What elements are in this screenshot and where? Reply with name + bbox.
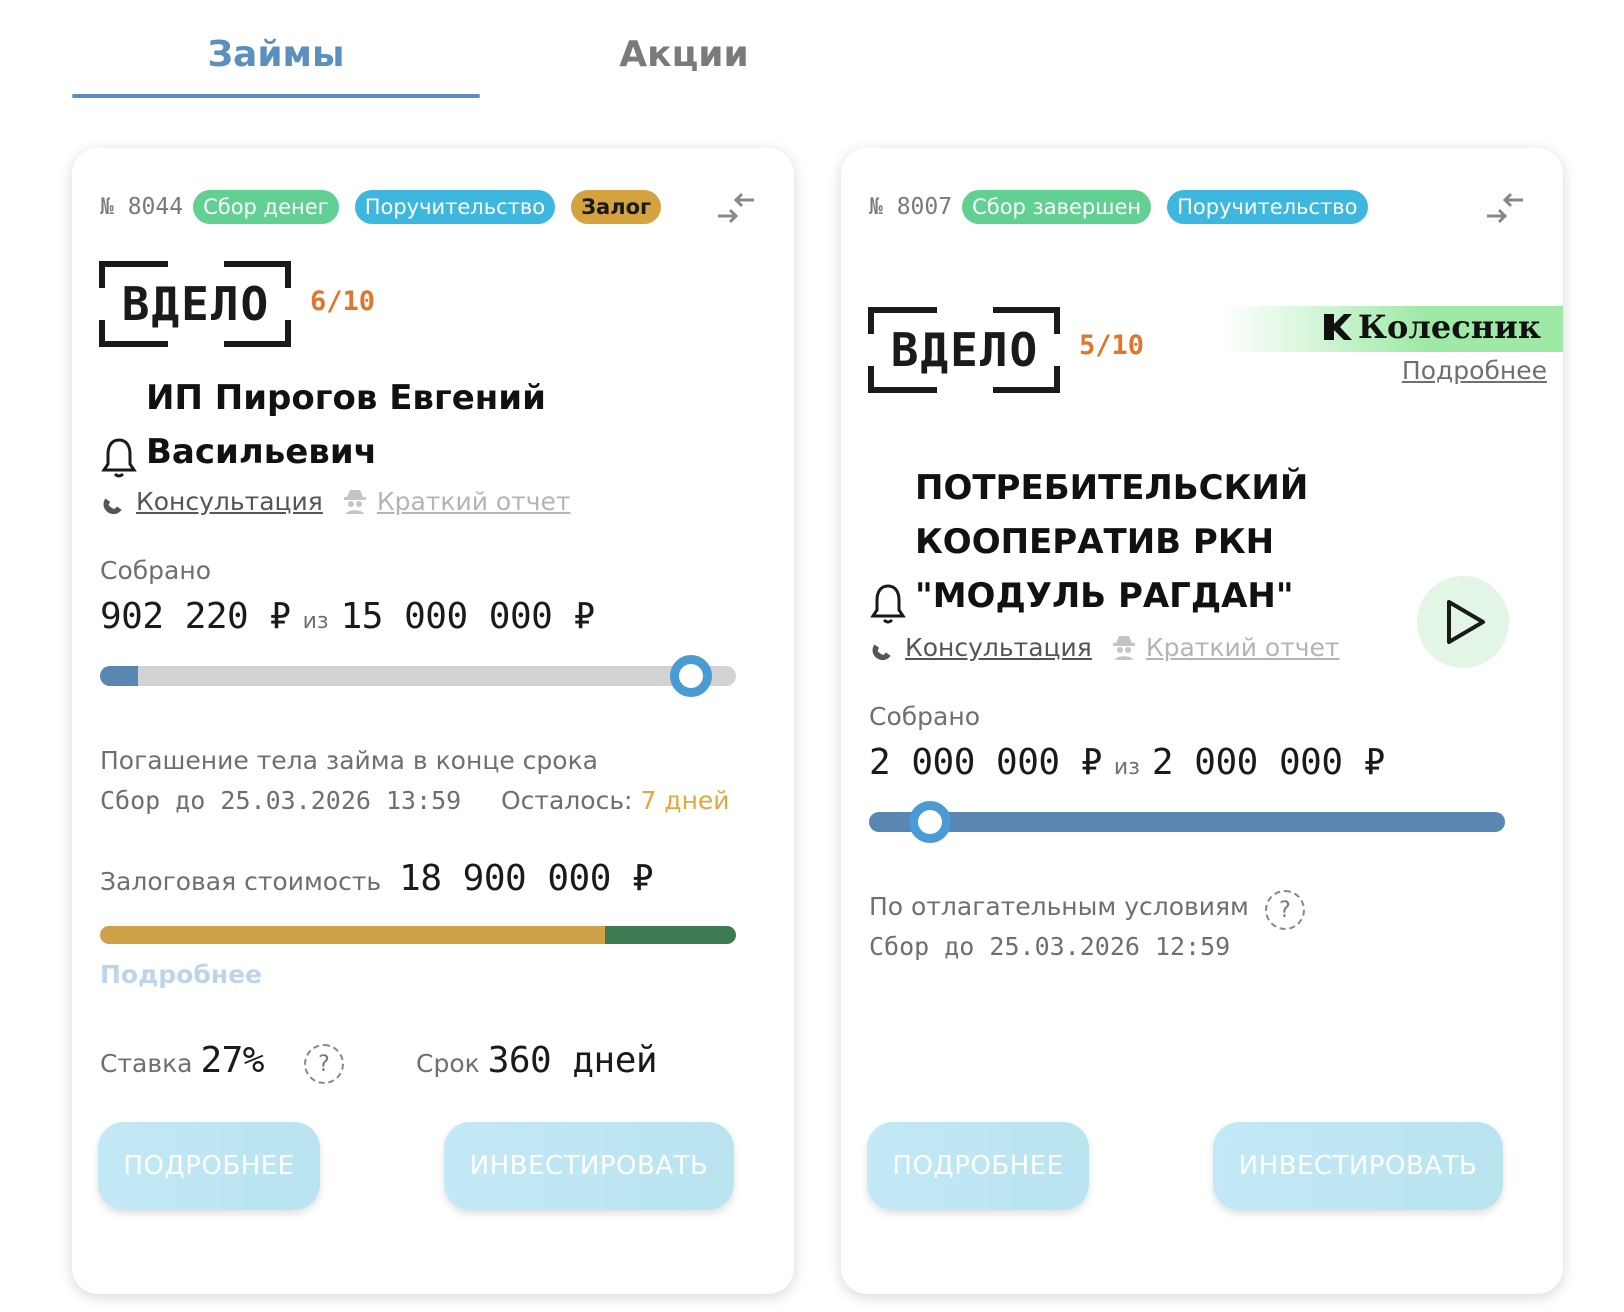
phone-icon [103,498,122,515]
consultation-link[interactable]: Консультация [136,487,323,516]
collected-amount: 902 220 ₽ [100,596,291,637]
partner-banner: Колесник [1223,306,1563,352]
bell-icon[interactable] [100,436,138,480]
report-link[interactable]: Краткий отчет [377,487,571,516]
collateral-badge: Залог [571,190,661,224]
collateral-label: Залоговая стоимость [100,867,382,896]
tab-loans[interactable]: Займы [72,34,480,75]
of-label: из [1113,755,1140,780]
rate-label: Ставка [100,1049,193,1078]
borrower-name-line2: КООПЕРАТИВ РКН [915,522,1275,562]
deadline-text: Сбор до 25.03.2026 13:59 [100,786,462,815]
loan-card: № 8007 Сбор завершен Поручительство Коле… [841,148,1563,1294]
collected-label: Собрано [869,702,980,731]
remaining: Осталось: 7 дней [501,786,730,815]
card-links: Консультация Краткий отчет [100,484,570,518]
guarantee-badge: Поручительство [354,190,556,224]
borrower-name-line2: Васильевич [146,432,377,472]
collateral-gold-segment [100,926,605,944]
progress-knob[interactable] [670,655,712,697]
play-button[interactable] [1417,576,1509,668]
collateral-value: 18 900 000 ₽ [399,858,654,899]
term-value: 360 дней [487,1040,658,1081]
tab-bar: Займы Акции [72,24,892,100]
details-button[interactable]: ПОДРОБНЕЕ [867,1122,1089,1210]
progress-fill [100,666,139,686]
loan-card: № 8044 Сбор денег Поручительство Залог В… [72,148,794,1294]
company-logo: ВДЕЛО [98,258,294,350]
company-logo: ВДЕЛО [867,304,1063,396]
term: Срок 360 дней [416,1040,658,1081]
question-icon[interactable]: ? [304,1044,344,1084]
conditions-text: По отлагательным условиям [869,892,1249,921]
collateral-green-segment [605,926,736,944]
progress-bar [100,666,736,686]
collateral-more-link[interactable]: Подробнее [100,960,262,989]
lot-number: № 8007 [869,194,953,220]
lot-number: № 8044 [100,194,184,220]
compare-arrows-icon[interactable] [714,188,758,228]
partner-more-link[interactable]: Подробнее [1402,356,1547,385]
progress-fill [869,812,1505,832]
card-header: № 8007 Сбор завершен Поручительство [869,190,1368,224]
play-icon [1447,600,1485,644]
active-tab-indicator [72,94,480,98]
term-label: Срок [416,1049,480,1078]
collateral-bar [100,926,736,944]
status-badge: Сбор денег [193,190,339,224]
target-amount: 2 000 000 ₽ [1151,742,1385,783]
borrower-name-line1: ИП Пирогов Евгений [146,378,546,418]
k-logo-icon [1323,314,1352,340]
deadline-text: Сбор до 25.03.2026 12:59 [869,932,1231,961]
rating: 6/10 [310,286,376,317]
details-button[interactable]: ПОДРОБНЕЕ [98,1122,320,1210]
bell-icon[interactable] [869,582,907,626]
borrower-name-line1: ПОТРЕБИТЕЛЬСКИЙ [915,468,1309,508]
amount-row: 902 220 ₽ из 15 000 000 ₽ [100,596,595,637]
status-badge: Сбор завершен [962,190,1152,224]
question-icon[interactable]: ? [1265,890,1305,930]
repayment-text: Погашение тела займа в конце срока [100,746,598,775]
report-link[interactable]: Краткий отчет [1146,633,1340,662]
of-label: из [302,609,329,634]
card-header: № 8044 Сбор денег Поручительство Залог [100,190,661,224]
amount-row: 2 000 000 ₽ из 2 000 000 ₽ [869,742,1385,783]
collateral-row: Залоговая стоимость 18 900 000 ₽ [100,858,654,899]
guarantee-badge: Поручительство [1167,190,1368,224]
invest-button[interactable]: ИНВЕСТИРОВАТЬ [1213,1122,1503,1210]
remaining-label: Осталось: [501,786,633,815]
phone-icon [872,644,891,661]
progress-knob[interactable] [909,801,951,843]
invest-button[interactable]: ИНВЕСТИРОВАТЬ [444,1122,734,1210]
partner-logo[interactable]: Колесник [1322,308,1541,346]
compare-arrows-icon[interactable] [1483,188,1527,228]
target-amount: 15 000 000 ₽ [340,596,596,637]
remaining-value: 7 дней [640,786,730,815]
borrower-name-line3: "МОДУЛЬ РАГДАН" [915,576,1294,616]
rate-value: 27% [200,1040,264,1081]
tab-shares[interactable]: Акции [480,34,888,75]
rating: 5/10 [1079,330,1145,361]
spy-icon [343,490,366,514]
collected-label: Собрано [100,556,211,585]
consultation-link[interactable]: Консультация [905,633,1092,662]
progress-bar [869,812,1505,832]
spy-icon [1112,636,1135,660]
rate: Ставка 27% [100,1040,264,1081]
card-links: Консультация Краткий отчет [869,630,1339,664]
collected-amount: 2 000 000 ₽ [869,742,1102,783]
